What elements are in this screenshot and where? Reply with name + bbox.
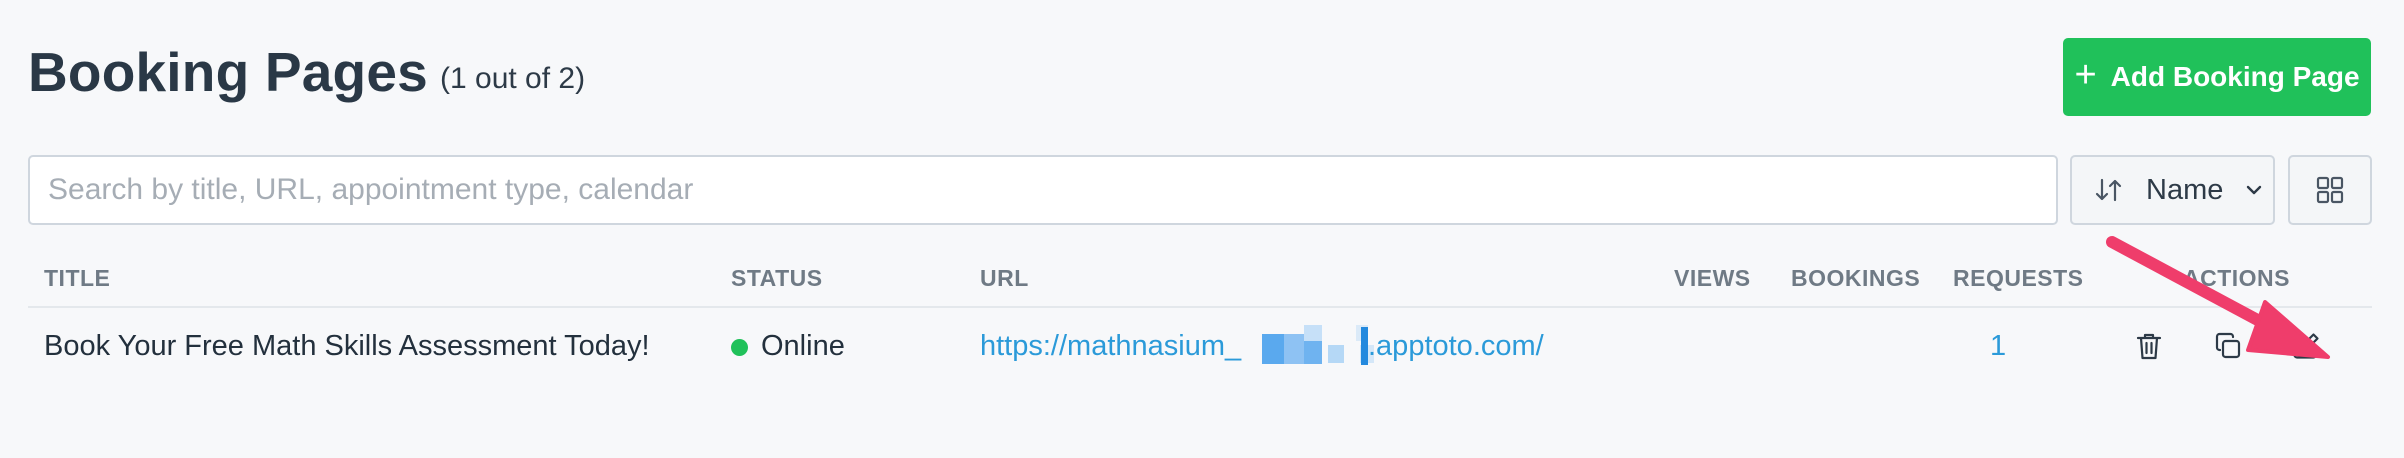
row-title[interactable]: Book Your Free Math Skills Assessment To… xyxy=(44,330,650,363)
row-status: Online xyxy=(761,330,845,362)
add-booking-page-button[interactable]: + Add Booking Page xyxy=(2063,38,2371,116)
sort-arrows-icon xyxy=(2094,177,2124,203)
annotation-arrow-icon xyxy=(2106,236,2330,359)
grid-view-icon xyxy=(2315,175,2345,205)
sort-dropdown[interactable]: Name xyxy=(2070,155,2275,225)
page-title: Booking Pages xyxy=(28,41,428,103)
plus-icon: + xyxy=(2074,54,2097,96)
booking-pages-screen: Booking Pages (1 out of 2) + Add Booking… xyxy=(0,0,2404,458)
grid-view-toggle[interactable] xyxy=(2288,155,2372,225)
table-divider xyxy=(28,306,2372,308)
sort-label: Name xyxy=(2146,173,2224,206)
column-views[interactable]: VIEWS xyxy=(1674,265,1751,292)
status-online-dot xyxy=(731,339,748,356)
redaction-bar xyxy=(1361,327,1368,365)
page-count: (1 out of 2) xyxy=(440,62,586,95)
chevron-down-icon xyxy=(2245,184,2263,196)
column-bookings[interactable]: BOOKINGS xyxy=(1791,265,1920,292)
row-url-suffix[interactable]: .apptoto.com/ xyxy=(1368,330,1544,363)
search-input[interactable] xyxy=(28,155,2058,225)
row-requests[interactable]: 1 xyxy=(1990,330,2006,363)
column-url[interactable]: URL xyxy=(980,265,1029,292)
column-title[interactable]: TITLE xyxy=(44,265,110,292)
row-url-prefix[interactable]: https://mathnasium_ xyxy=(980,330,1241,363)
column-requests[interactable]: REQUESTS xyxy=(1953,265,2084,292)
add-booking-page-label: Add Booking Page xyxy=(2110,61,2360,92)
column-status[interactable]: STATUS xyxy=(731,265,823,292)
